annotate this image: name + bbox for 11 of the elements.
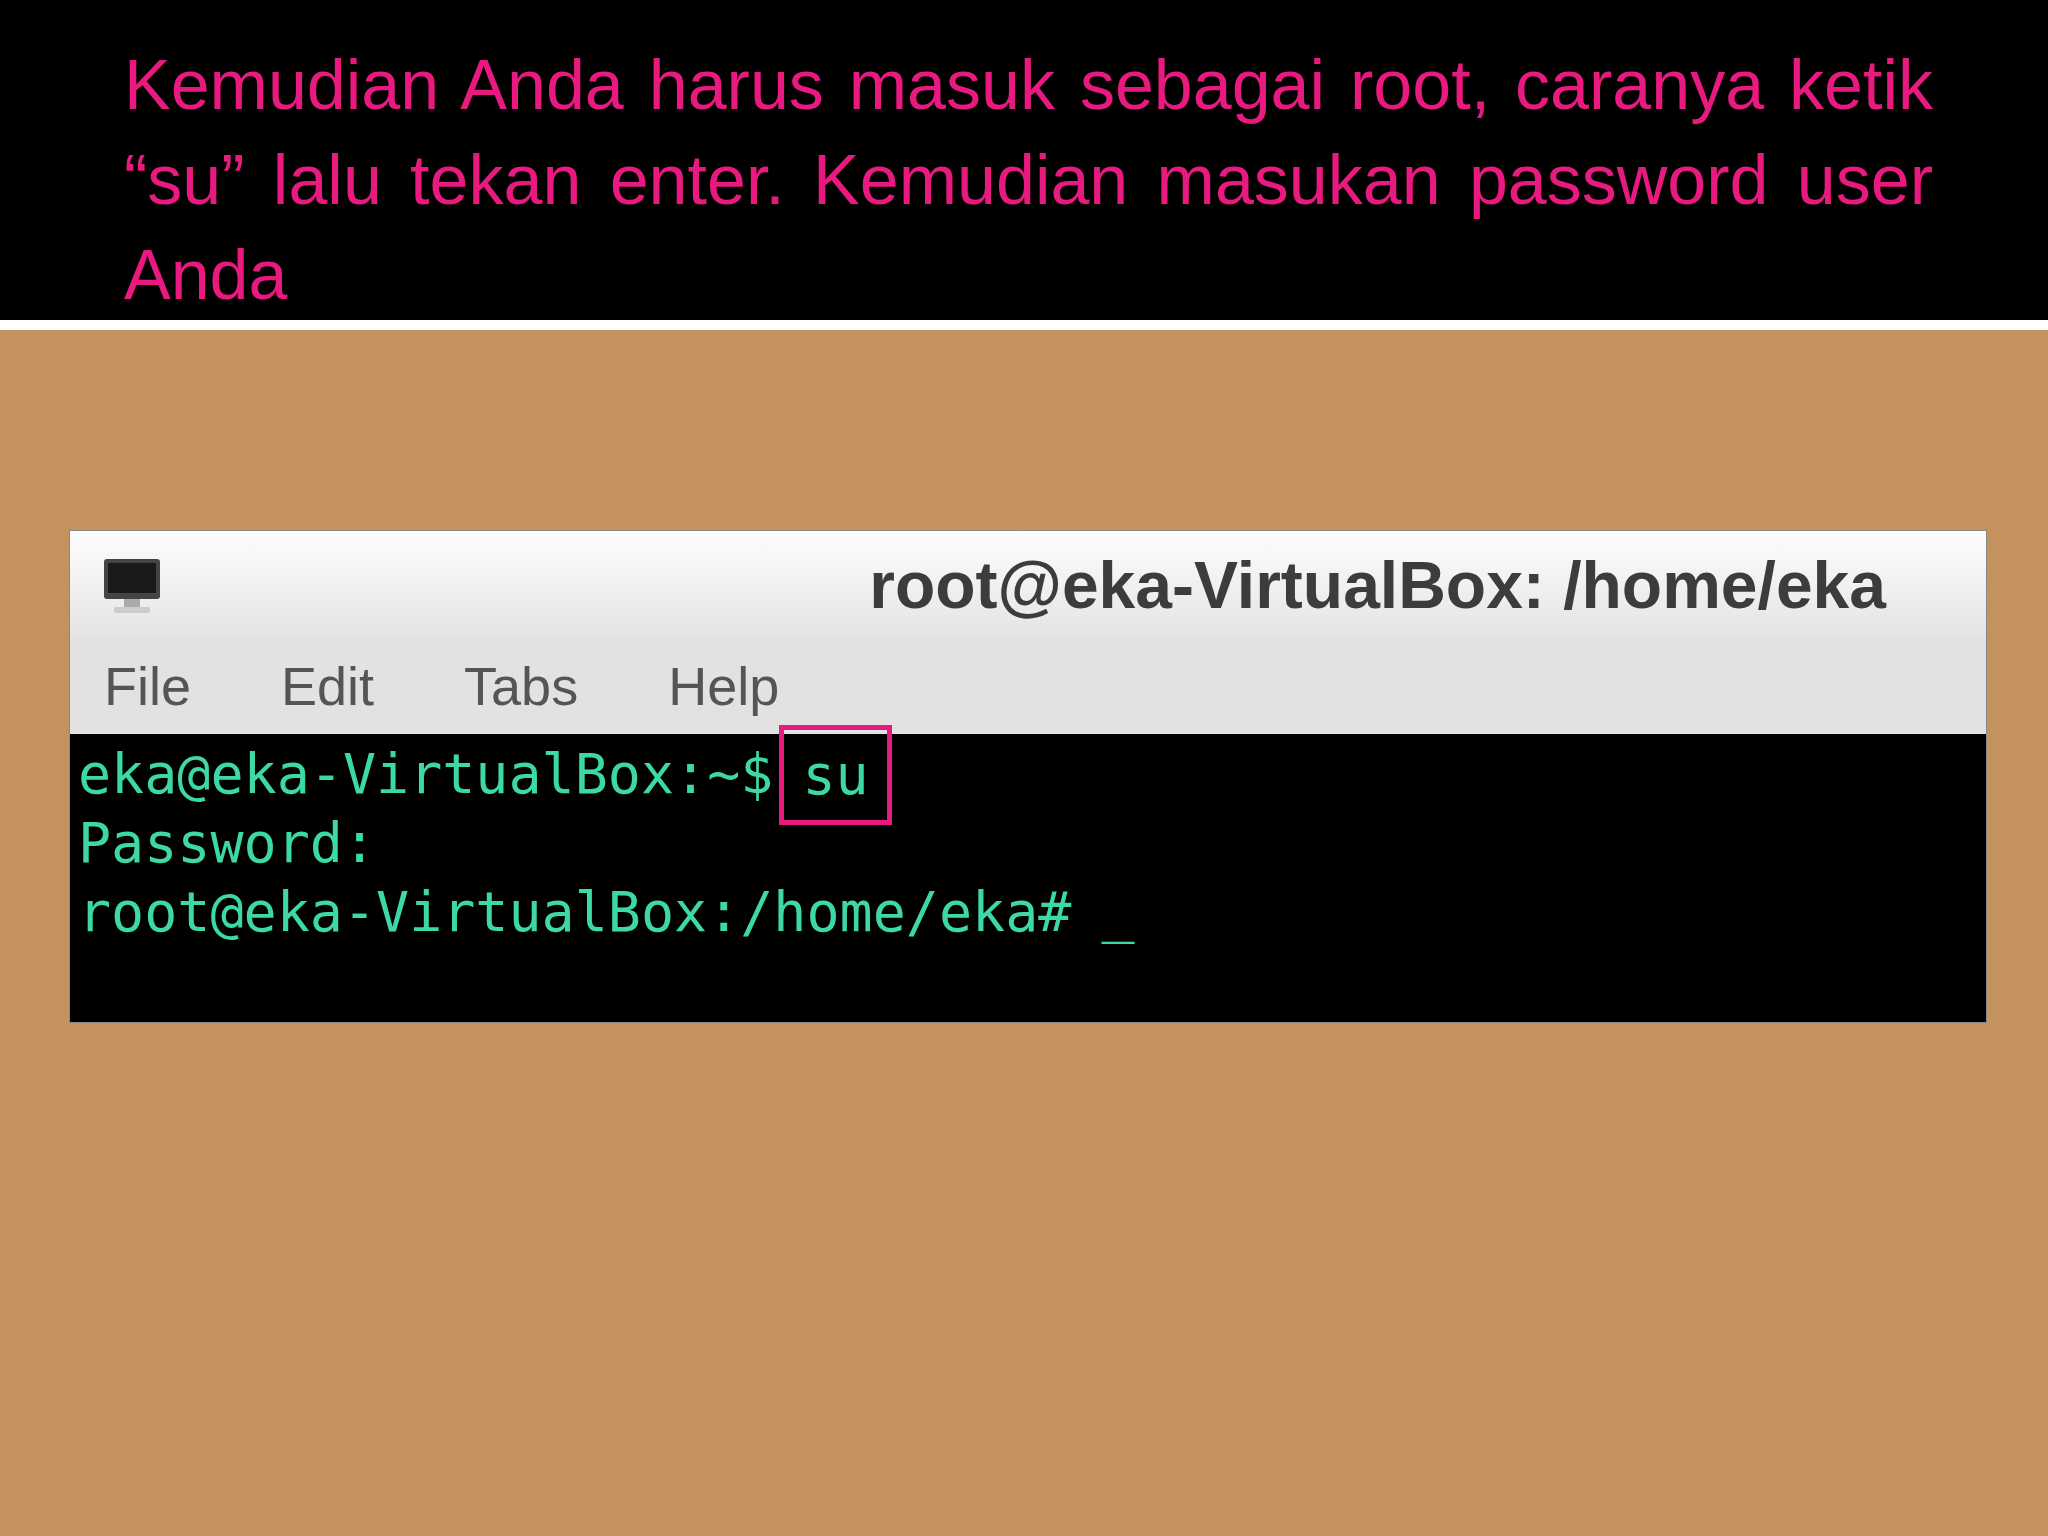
menu-item[interactable]: Tabs bbox=[464, 646, 579, 727]
shell-prompt: root@eka-VirtualBox:/home/eka# bbox=[78, 879, 1072, 946]
menu-item[interactable]: Edit bbox=[281, 646, 375, 727]
text-cursor: _ bbox=[1101, 879, 1135, 946]
window-title: root@eka-VirtualBox: /home/eka bbox=[869, 546, 1886, 624]
shell-prompt: eka@eka-VirtualBox:~$ bbox=[78, 741, 774, 808]
menu-item[interactable]: File bbox=[104, 646, 191, 727]
highlighted-command: su bbox=[779, 724, 892, 825]
slide-caption: Kemudian Anda harus masuk sebagai root, caranya ketik “su” lalu tekan enter. Kemudian masukan password user Anda bbox=[124, 45, 1933, 316]
terminal-output: Password: bbox=[78, 810, 376, 877]
menu-item[interactable]: Help bbox=[668, 646, 780, 727]
